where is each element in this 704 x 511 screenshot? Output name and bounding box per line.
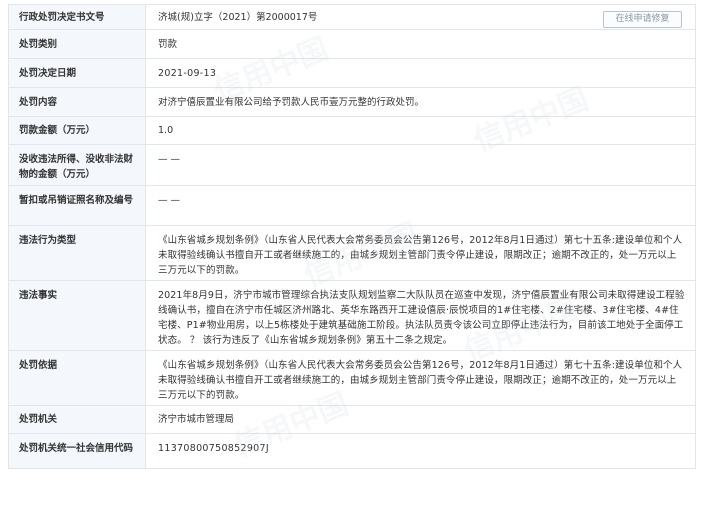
- row-confiscation-amount: 没收违法所得、没收非法财物的金额（万元） — —: [8, 144, 696, 186]
- label-penalty-content: 处罚内容: [8, 87, 146, 117]
- label-confiscation-amount: 没收违法所得、没收非法财物的金额（万元）: [8, 144, 146, 186]
- label-violation-facts: 违法事实: [8, 280, 146, 351]
- value-penalty-content: 对济宁僖辰置业有限公司给予罚款人民币壹万元整的行政处罚。: [145, 87, 696, 117]
- row-fine-amount: 罚款金额（万元） 1.0: [8, 116, 696, 145]
- value-confiscation-amount: — —: [145, 144, 696, 186]
- value-penalty-basis: 《山东省城乡规划条例》（山东省人民代表大会常务委员会公告第126号，2012年8…: [145, 350, 696, 406]
- row-penalty-content: 处罚内容 对济宁僖辰置业有限公司给予罚款人民币壹万元整的行政处罚。: [8, 87, 696, 117]
- row-penalty-authority: 处罚机关 济宁市城市管理局: [8, 405, 696, 434]
- value-decision-number: 济城(规)立字（2021）第2000017号 在线申请修复: [145, 4, 696, 30]
- label-penalty-authority: 处罚机关: [8, 405, 146, 434]
- page: 行政处罚决定书文号 济城(规)立字（2021）第2000017号 在线申请修复 …: [0, 0, 704, 511]
- row-decision-number: 行政处罚决定书文号 济城(规)立字（2021）第2000017号 在线申请修复: [8, 4, 696, 30]
- value-violation-type: 《山东省城乡规划条例》（山东省人民代表大会常务委员会公告第126号，2012年8…: [145, 225, 696, 281]
- online-repair-button[interactable]: 在线申请修复: [603, 11, 682, 28]
- row-penalty-basis: 处罚依据 《山东省城乡规划条例》（山东省人民代表大会常务委员会公告第126号，2…: [8, 350, 696, 406]
- row-violation-type: 违法行为类型 《山东省城乡规划条例》（山东省人民代表大会常务委员会公告第126号…: [8, 225, 696, 281]
- label-decision-number: 行政处罚决定书文号: [8, 4, 146, 30]
- penalty-info-table: 行政处罚决定书文号 济城(规)立字（2021）第2000017号 在线申请修复 …: [8, 4, 696, 469]
- row-penalty-category: 处罚类别 罚款: [8, 29, 696, 59]
- row-license-revocation: 暂扣或吊销证照名称及编号 — —: [8, 185, 696, 226]
- value-fine-amount: 1.0: [145, 116, 696, 145]
- decision-number-text: 济城(规)立字（2021）第2000017号: [158, 11, 318, 23]
- value-license-revocation: — —: [145, 185, 696, 226]
- row-authority-credit-code: 处罚机关统一社会信用代码 11370800750852907J: [8, 433, 696, 469]
- label-penalty-category: 处罚类别: [8, 29, 146, 59]
- row-violation-facts: 违法事实 2021年8月9日，济宁市城市管理综合执法支队规划监察二大队队员在巡查…: [8, 280, 696, 351]
- label-penalty-basis: 处罚依据: [8, 350, 146, 406]
- label-license-revocation: 暂扣或吊销证照名称及编号: [8, 185, 146, 226]
- label-authority-credit-code: 处罚机关统一社会信用代码: [8, 433, 146, 469]
- label-fine-amount: 罚款金额（万元）: [8, 116, 146, 145]
- value-authority-credit-code: 11370800750852907J: [145, 433, 696, 469]
- value-penalty-authority: 济宁市城市管理局: [145, 405, 696, 434]
- value-violation-facts: 2021年8月9日，济宁市城市管理综合执法支队规划监察二大队队员在巡查中发现，济…: [145, 280, 696, 351]
- row-decision-date: 处罚决定日期 2021-09-13: [8, 58, 696, 88]
- label-violation-type: 违法行为类型: [8, 225, 146, 281]
- value-penalty-category: 罚款: [145, 29, 696, 59]
- label-decision-date: 处罚决定日期: [8, 58, 146, 88]
- value-decision-date: 2021-09-13: [145, 58, 696, 88]
